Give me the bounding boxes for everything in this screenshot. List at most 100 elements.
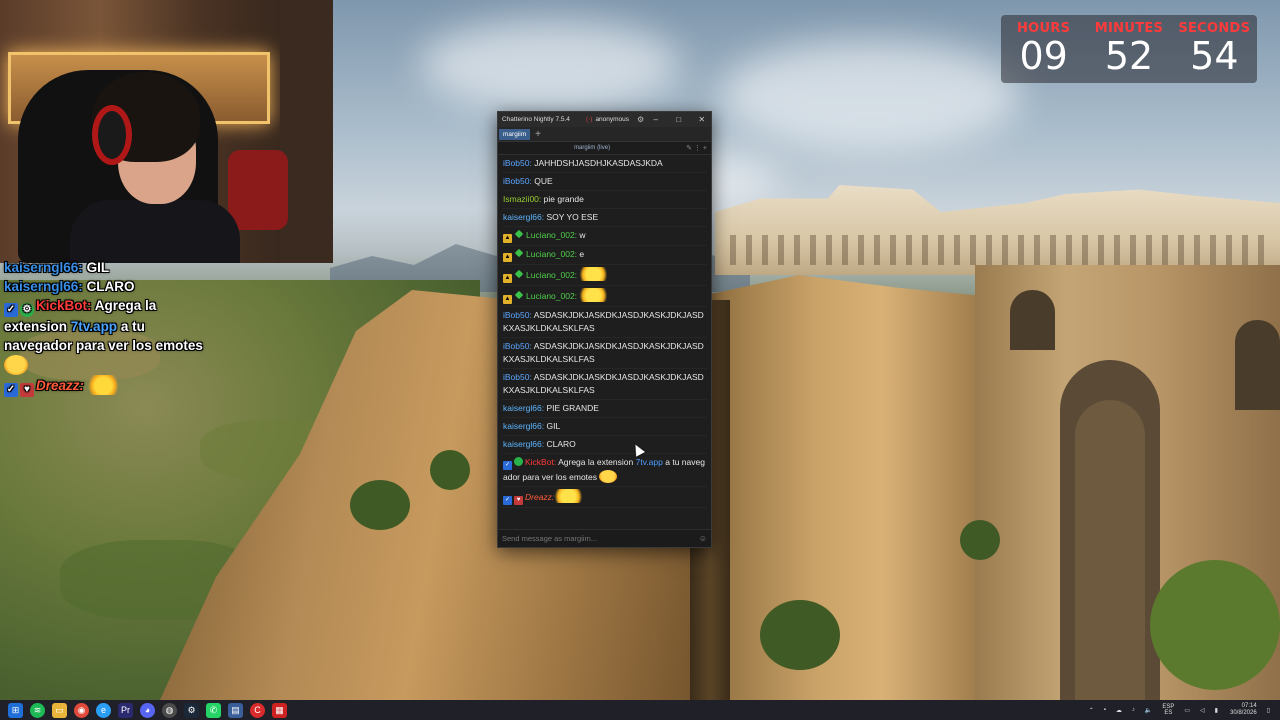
chat-username[interactable]: Luciano_002: xyxy=(526,230,577,240)
chat-username[interactable]: KickBot: xyxy=(525,457,556,467)
overlay-text: GIL xyxy=(86,260,110,275)
verified-badge-icon: ✓ xyxy=(4,303,18,317)
channel-name: margiim (live) xyxy=(574,145,611,151)
stream-chat-overlay: kaiserngl66: GIL kaiserngl66: CLARO ✓ ⚙ Ki… xyxy=(4,258,214,397)
tab-margiim[interactable]: margiim xyxy=(499,128,531,140)
chat-text: w xyxy=(579,230,586,240)
chatterino-window[interactable]: Chatterino Nightly 7.5.4 (·) anonymous ⚙… xyxy=(497,111,712,548)
language-indicator[interactable]: ESP ES xyxy=(1162,704,1174,716)
chat-username[interactable]: Dreazz: xyxy=(525,492,554,502)
edit-icon[interactable]: ✎ xyxy=(686,145,692,152)
webcam-feed xyxy=(0,0,333,263)
overlay-username: kaiserngl66: xyxy=(4,279,83,294)
speaker-icon[interactable]: ◁ xyxy=(1200,707,1205,714)
vip-badge-icon xyxy=(514,269,524,279)
chat-username[interactable]: iBob50: xyxy=(503,341,532,351)
split-header[interactable]: margiim (live) ✎ ⋮ + xyxy=(498,142,711,155)
emote-icon xyxy=(4,355,28,375)
chat-username[interactable]: kaisergl66: xyxy=(503,421,544,431)
steam-icon[interactable]: ⚙ xyxy=(184,702,199,718)
volume-icon[interactable]: 🔈 xyxy=(1145,707,1152,714)
subscriber-badge-icon: ▲ xyxy=(503,234,512,243)
overlay-message: kaiserngl66: CLARO xyxy=(4,277,214,296)
chat-username[interactable]: Luciano_002: xyxy=(526,270,577,280)
discord-icon[interactable]: ◕ xyxy=(140,702,155,718)
chrome-icon[interactable]: ◉ xyxy=(74,702,89,718)
add-split-icon[interactable]: + xyxy=(703,145,707,152)
chat-username[interactable]: kaisergl66: xyxy=(503,403,544,413)
bridge-window xyxy=(1235,320,1280,410)
chevron-up-icon[interactable]: ⌃ xyxy=(1089,707,1094,714)
seconds-value: 54 xyxy=(1190,34,1239,78)
spotify-icon[interactable]: ≋ xyxy=(30,702,45,718)
chat-text: CLARO xyxy=(546,439,576,449)
hours-value: 09 xyxy=(1019,34,1068,78)
chat-message: iBob50: ASDASKJDKJASKDKJASDJKASKJDKJASDK… xyxy=(502,338,707,369)
chat-username[interactable]: iBob50: xyxy=(503,372,532,382)
chat-text: ASDASKJDKJASKDKJASDJKASKJDKJASDKXASJKLDK… xyxy=(503,341,704,364)
chat-message: ▲ Luciano_002: xyxy=(502,286,707,307)
chatterino-icon[interactable]: C xyxy=(250,702,265,718)
subscriber-badge-icon: ♥ xyxy=(20,383,34,397)
chat-username[interactable]: Ismazii00: xyxy=(503,194,541,204)
chat-username[interactable]: iBob50: xyxy=(503,310,532,320)
minimize-icon[interactable]: – xyxy=(644,115,667,124)
account-switcher[interactable]: (·) anonymous xyxy=(586,116,629,123)
edge-icon[interactable]: e xyxy=(96,702,111,718)
split-options[interactable]: ✎ ⋮ + xyxy=(686,144,711,152)
whatsapp-icon[interactable]: ✆ xyxy=(206,702,221,718)
chat-message: ✓ KickBot: Agrega la extension 7tv.app a … xyxy=(502,454,707,487)
microphone-icon[interactable]: ♪ xyxy=(1132,707,1135,713)
verified-badge-icon: ✓ xyxy=(4,383,18,397)
chat-username[interactable]: kaisergl66: xyxy=(503,212,544,222)
chat-username[interactable]: Luciano_002: xyxy=(526,249,577,259)
gear-icon[interactable]: ⚙ xyxy=(637,115,644,124)
keyboard-code: ES xyxy=(1164,710,1173,716)
system-clock[interactable]: 07:14 30/8/2026 xyxy=(1230,703,1257,717)
chat-username[interactable]: kaisergl66: xyxy=(503,439,544,449)
verified-badge-icon: ✓ xyxy=(503,496,512,505)
cloud-icon[interactable]: ☁ xyxy=(1116,707,1122,714)
subscriber-badge-icon: ♥ xyxy=(514,496,523,505)
battery-icon[interactable]: ▮ xyxy=(1215,707,1218,714)
window-controls: – □ ✕ xyxy=(644,115,711,124)
notepad-icon[interactable]: ▤ xyxy=(228,702,243,718)
minutes-value: 52 xyxy=(1104,34,1154,78)
more-icon[interactable]: ⋮ xyxy=(694,145,701,152)
chat-username[interactable]: Luciano_002: xyxy=(526,291,577,301)
close-icon[interactable]: ✕ xyxy=(690,115,711,124)
bridge-arch-inner xyxy=(1075,400,1145,700)
windows-start-icon[interactable]: ⊞ xyxy=(8,702,23,718)
emote-picker-icon[interactable]: ☺ xyxy=(699,534,707,543)
overlay-message: ✓ ⚙ KickBot: Agrega la extension 7tv.app a… xyxy=(4,296,214,375)
overlay-link: 7tv.app xyxy=(70,319,118,334)
subscriber-badge-icon: ▲ xyxy=(503,295,512,304)
window-title: Chatterino Nightly 7.5.4 xyxy=(502,116,570,123)
account-name: anonymous xyxy=(595,116,630,123)
overlay-username: kaiserngl66: xyxy=(4,260,83,275)
chat-text: ASDASKJDKJASKDKJASDJKASKJDKJASDKXASJKLDK… xyxy=(503,372,704,395)
chat-message: kaisergl66: PIE GRANDE xyxy=(502,400,707,418)
window-titlebar[interactable]: Chatterino Nightly 7.5.4 (·) anonymous ⚙… xyxy=(498,112,711,127)
premiere-icon[interactable]: Pr xyxy=(118,702,133,718)
chat-text: pie grande xyxy=(543,194,584,204)
system-tray: ⌃ ▪ ☁ ♪ 🔈 ESP ES ▭ ◁ ▮ 07:14 30/8/2026 ▯ xyxy=(1079,703,1280,717)
message-list[interactable]: iBob50: JAHHDSHJASDHJKASDASJKDA iBob50: … xyxy=(498,155,711,508)
timer-minutes: MINUTES 52 xyxy=(1086,15,1171,83)
flag-icon[interactable]: ▪ xyxy=(1104,707,1106,713)
network-icon[interactable]: ▭ xyxy=(1184,707,1190,714)
add-tab-button[interactable]: + xyxy=(535,129,541,140)
message-input[interactable] xyxy=(502,534,699,543)
chat-username[interactable]: iBob50: xyxy=(503,176,532,186)
maximize-icon[interactable]: □ xyxy=(667,115,690,124)
notification-icon[interactable]: ▯ xyxy=(1267,707,1270,714)
chat-username[interactable]: iBob50: xyxy=(503,158,532,168)
file-explorer-icon[interactable]: ▭ xyxy=(52,702,67,718)
timer-hours: HOURS 09 xyxy=(1001,15,1086,83)
bush xyxy=(760,600,840,670)
obs-icon[interactable]: ◍ xyxy=(162,702,177,718)
calendar-icon[interactable]: ▦ xyxy=(272,702,287,718)
chat-text: QUE xyxy=(534,176,553,186)
chat-link[interactable]: 7tv.app xyxy=(636,457,663,467)
bot-badge-icon xyxy=(514,457,523,466)
